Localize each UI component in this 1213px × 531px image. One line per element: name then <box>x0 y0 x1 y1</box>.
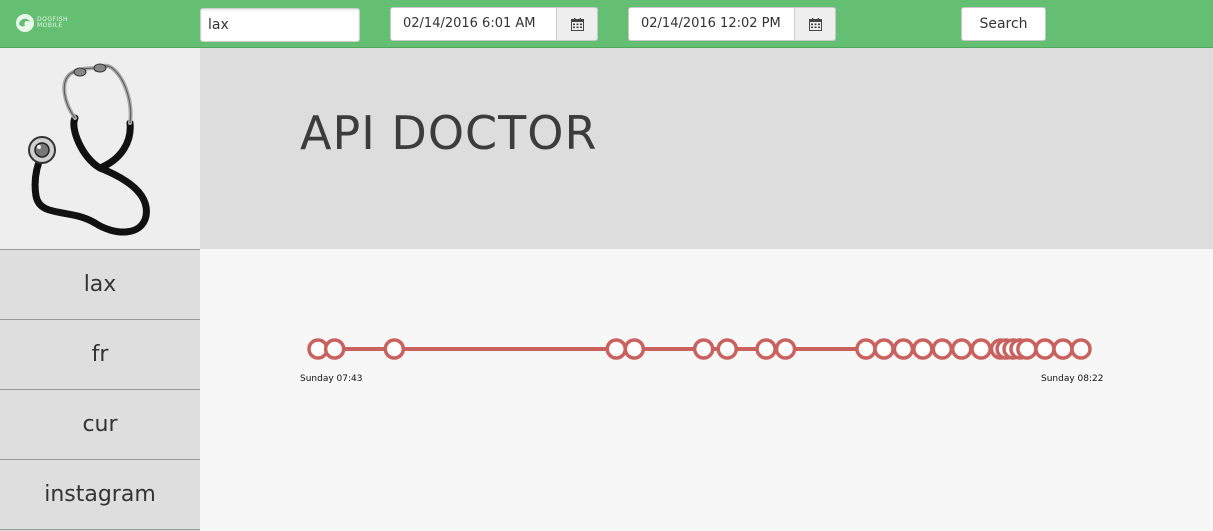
timeline-event-marker[interactable] <box>931 338 954 360</box>
stethoscope-icon <box>28 63 150 236</box>
sidebar: lax fr cur instagram <box>0 48 200 531</box>
timeline-event-marker[interactable] <box>755 338 777 360</box>
logo-swirl-icon <box>16 14 34 32</box>
timeline-event-marker[interactable] <box>873 338 895 360</box>
event-timeline <box>307 338 1092 360</box>
timeline-event-marker[interactable] <box>1052 338 1074 360</box>
timeline-event-marker[interactable] <box>855 338 877 360</box>
timeline-event-marker[interactable] <box>323 338 346 360</box>
logo-text: DOGFISH MOBILE <box>37 16 69 29</box>
timeline-event-marker[interactable] <box>1034 338 1056 360</box>
date-from-field[interactable]: 02/14/2016 6:01 AM <box>391 8 556 40</box>
date-to-calendar-button[interactable] <box>794 8 835 40</box>
timeline-event-marker[interactable] <box>892 338 915 360</box>
calendar-icon <box>570 17 584 31</box>
timeline-event-marker[interactable] <box>605 338 628 360</box>
timeline-event-marker[interactable] <box>1070 338 1092 360</box>
calendar-icon <box>808 17 822 31</box>
timeline-event-marker[interactable] <box>383 338 406 360</box>
timeline-event-marker[interactable] <box>692 338 715 360</box>
timeline-event-marker[interactable] <box>1016 338 1038 360</box>
sidebar-item-cur[interactable]: cur <box>0 390 200 460</box>
sidebar-logo[interactable] <box>0 48 200 250</box>
timeline-event-marker[interactable] <box>970 338 992 360</box>
top-bar: DOGFISH MOBILE 02/14/2016 6:01 AM 02/14/… <box>0 0 1213 48</box>
date-from-calendar-button[interactable] <box>556 8 597 40</box>
timeline-panel: Sunday 07:43 Sunday 08:22 <box>200 249 1213 531</box>
date-to-picker[interactable]: 02/14/2016 12:02 PM <box>628 7 836 41</box>
timeline-event-marker[interactable] <box>950 338 973 360</box>
search-button[interactable]: Search <box>961 7 1046 41</box>
timeline-event-marker[interactable] <box>716 338 738 360</box>
sidebar-item-lax[interactable]: lax <box>0 250 200 320</box>
search-input[interactable] <box>200 8 360 42</box>
timeline-start-label: Sunday 07:43 <box>300 374 363 384</box>
timeline-end-label: Sunday 08:22 <box>1041 374 1104 384</box>
date-to-field[interactable]: 02/14/2016 12:02 PM <box>629 8 794 40</box>
dogfish-logo[interactable]: DOGFISH MOBILE <box>15 13 75 33</box>
timeline-event-marker[interactable] <box>623 338 646 360</box>
timeline-event-marker[interactable] <box>774 338 797 360</box>
sidebar-item-instagram[interactable]: instagram <box>0 460 200 530</box>
page-header: API DOCTOR <box>200 48 1213 249</box>
page-title: API DOCTOR <box>300 106 598 160</box>
date-from-picker[interactable]: 02/14/2016 6:01 AM <box>390 7 598 41</box>
sidebar-item-fr[interactable]: fr <box>0 320 200 390</box>
timeline-event-marker[interactable] <box>912 338 934 360</box>
